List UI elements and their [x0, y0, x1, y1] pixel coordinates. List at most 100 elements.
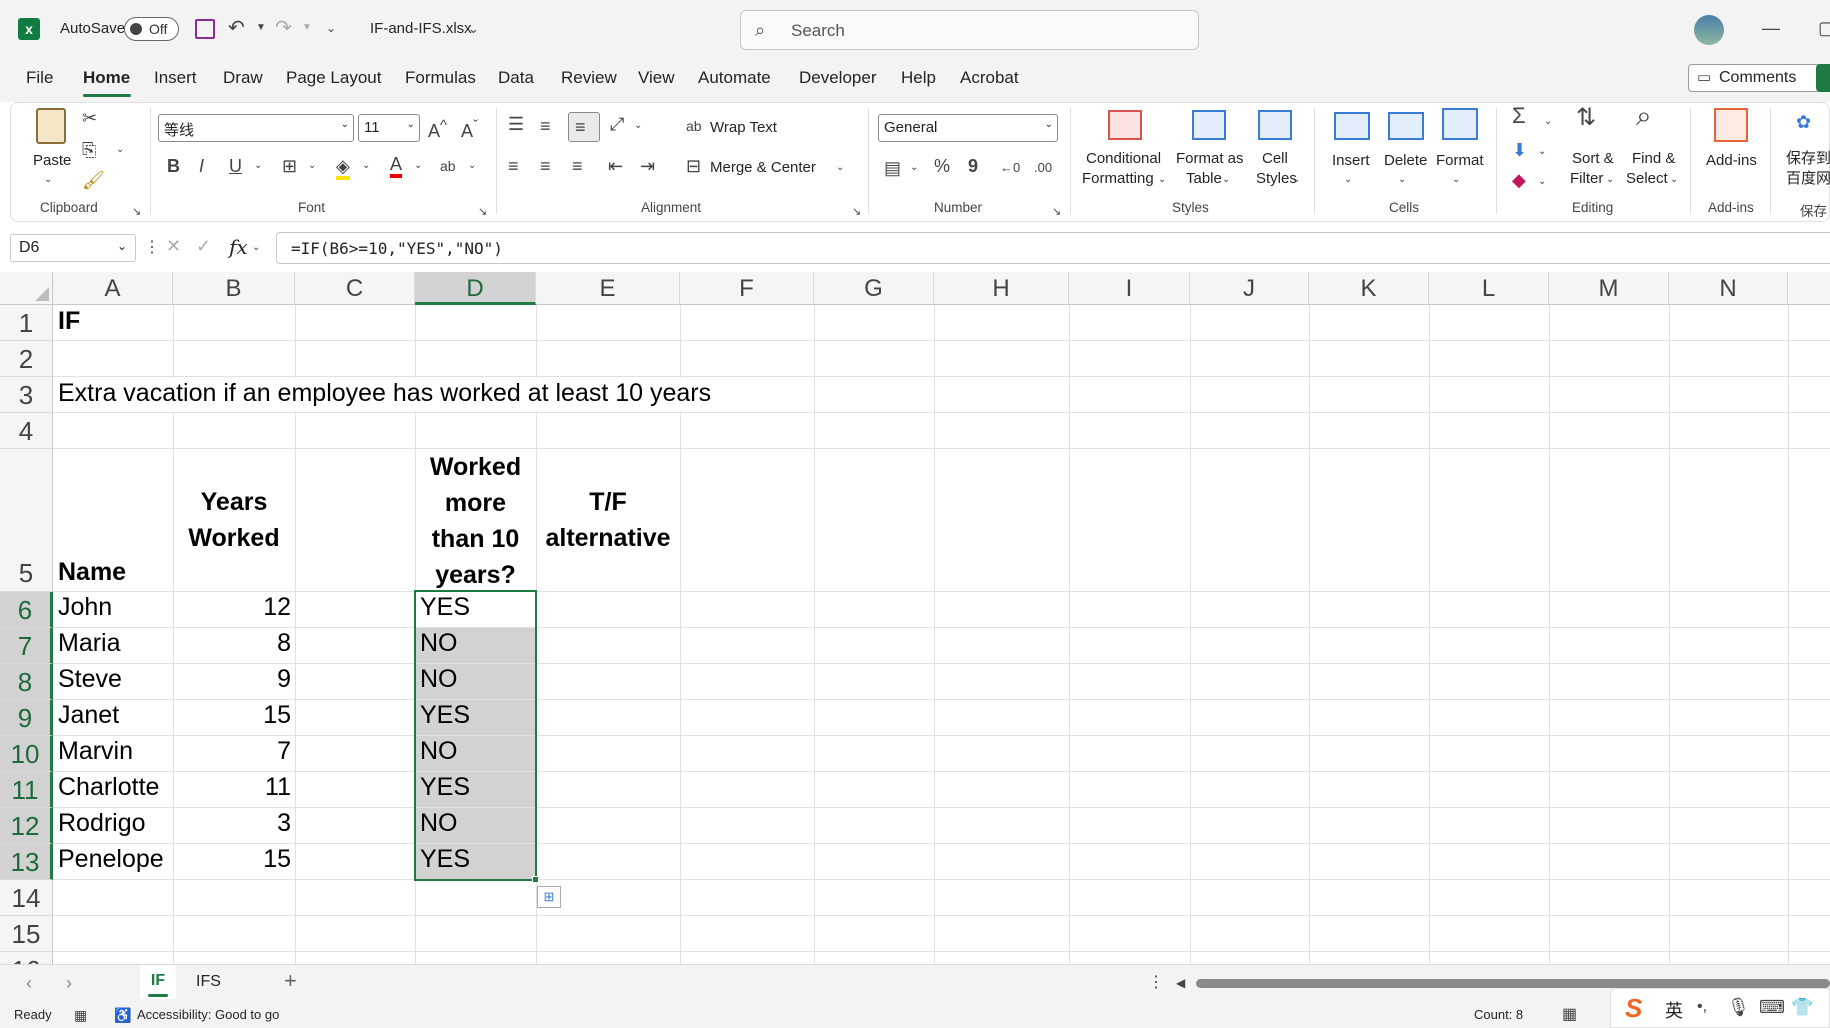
clear-dropdown-icon[interactable]: ⌄: [1538, 172, 1546, 192]
cell-styles-icon[interactable]: [1258, 110, 1292, 140]
customize-qat-icon[interactable]: ⌄: [326, 18, 336, 38]
column-header-l[interactable]: L: [1429, 272, 1549, 305]
header-years-worked[interactable]: Years Worked: [173, 484, 295, 556]
row-header-12[interactable]: 12: [0, 808, 53, 844]
merge-center-label[interactable]: Merge & Center: [710, 158, 816, 177]
paste-icon[interactable]: [36, 108, 66, 144]
fill-dropdown-icon-2[interactable]: ⌄: [1538, 142, 1546, 162]
align-center-icon[interactable]: ≡: [540, 156, 551, 176]
tab-developer[interactable]: Developer: [799, 68, 877, 88]
next-sheet-icon[interactable]: ›: [66, 973, 72, 993]
align-middle-icon[interactable]: ≡: [540, 116, 551, 136]
tab-review[interactable]: Review: [561, 68, 617, 88]
row-header-15[interactable]: 15: [0, 916, 53, 952]
cell-name[interactable]: Penelope: [54, 845, 168, 874]
cell-years[interactable]: 12: [173, 593, 295, 622]
row-header-1[interactable]: 1: [0, 305, 53, 341]
increase-font-icon[interactable]: A^: [428, 116, 447, 141]
user-avatar[interactable]: [1694, 15, 1724, 45]
tab-formulas[interactable]: Formulas: [405, 68, 476, 88]
column-header-i[interactable]: I: [1069, 272, 1190, 305]
decrease-font-icon[interactable]: Aˇ: [461, 116, 478, 141]
baidu-save-label-2[interactable]: 百度网: [1786, 169, 1830, 188]
decrease-indent-icon[interactable]: ⇤: [608, 156, 623, 176]
underline-icon[interactable]: U: [229, 156, 242, 176]
accounting-icon[interactable]: ▤: [884, 158, 901, 178]
column-header-k[interactable]: K: [1309, 272, 1429, 305]
phonetic-dropdown-icon[interactable]: ⌄: [468, 156, 476, 176]
cell-name[interactable]: Janet: [54, 701, 123, 730]
cell-a3-description[interactable]: Extra vacation if an employee has worked…: [54, 379, 715, 408]
column-header-j[interactable]: J: [1190, 272, 1309, 305]
cell-name[interactable]: Rodrigo: [54, 809, 150, 838]
align-bottom-button[interactable]: ≡: [568, 112, 600, 142]
row-header-8[interactable]: 8: [0, 664, 53, 700]
delete-cells-label[interactable]: Delete: [1384, 151, 1427, 170]
tab-automate[interactable]: Automate: [698, 68, 771, 88]
sheet-options-icon[interactable]: ⋮: [1148, 973, 1164, 993]
add-ins-icon[interactable]: [1714, 108, 1748, 142]
row-header-2[interactable]: 2: [0, 341, 53, 377]
increase-decimal-icon[interactable]: ←0: [1000, 158, 1020, 178]
redo-icon[interactable]: ↷: [275, 18, 292, 38]
column-header-d[interactable]: D: [415, 272, 536, 305]
accessibility-icon[interactable]: ♿: [114, 1005, 131, 1025]
percent-icon[interactable]: %: [934, 156, 950, 176]
format-as-table-label-1[interactable]: Format as: [1176, 149, 1244, 168]
cell-styles-dropdown-icon[interactable]: ⌄: [1292, 170, 1300, 190]
select-all-corner[interactable]: [0, 272, 53, 305]
header-worked-more[interactable]: Worked more than 10 years?: [415, 449, 536, 593]
column-header-b[interactable]: B: [173, 272, 295, 305]
undo-icon[interactable]: ↶: [228, 18, 245, 38]
clipboard-launcher-icon[interactable]: ↘: [132, 202, 141, 222]
conditional-formatting-label-1[interactable]: Conditional: [1086, 149, 1161, 168]
format-as-table-icon[interactable]: [1192, 110, 1226, 140]
accounting-dropdown-icon[interactable]: ⌄: [910, 158, 918, 178]
increase-indent-icon[interactable]: ⇥: [640, 156, 655, 176]
cell-name[interactable]: John: [54, 593, 116, 622]
column-header-g[interactable]: G: [814, 272, 934, 305]
sort-dropdown-icon[interactable]: ⌄: [1606, 170, 1614, 190]
file-name[interactable]: IF-and-IFS.xlsx: [370, 20, 472, 37]
paste-label[interactable]: Paste: [33, 151, 71, 170]
fill-handle[interactable]: [532, 876, 539, 883]
font-color-dropdown-icon[interactable]: ⌄: [414, 156, 422, 176]
cell-a1-title[interactable]: IF: [54, 307, 84, 336]
row-header-6[interactable]: 6: [0, 592, 53, 628]
align-right-icon[interactable]: ≡: [572, 156, 583, 176]
find-select-label-1[interactable]: Find &: [1632, 149, 1675, 168]
header-name[interactable]: Name: [54, 558, 130, 587]
macro-record-icon[interactable]: ▦: [74, 1005, 87, 1025]
column-header-o[interactable]: [1788, 272, 1830, 305]
format-cells-label[interactable]: Format: [1436, 151, 1484, 170]
merge-dropdown-icon[interactable]: ⌄: [836, 158, 844, 178]
formula-bar-more-icon[interactable]: ⋮: [144, 238, 160, 258]
delete-dropdown-icon[interactable]: ⌄: [1398, 170, 1406, 190]
redo-dropdown-icon[interactable]: ▼: [302, 18, 312, 38]
format-table-dropdown-icon[interactable]: ⌄: [1222, 170, 1230, 190]
cell-styles-label-2[interactable]: Styles: [1256, 169, 1297, 188]
column-header-n[interactable]: N: [1669, 272, 1788, 305]
header-tf-alternative[interactable]: T/F alternative: [536, 484, 680, 556]
merge-center-icon[interactable]: ⊟: [686, 156, 701, 176]
formula-input[interactable]: =IF(B6>=10,"YES","NO"): [276, 232, 1830, 264]
autosum-icon[interactable]: Σ: [1512, 105, 1526, 127]
column-header-e[interactable]: E: [536, 272, 680, 305]
insert-function-button[interactable]: fx: [229, 235, 248, 259]
font-launcher-icon[interactable]: ↘: [478, 202, 487, 222]
column-header-h[interactable]: H: [934, 272, 1069, 305]
sort-filter-icon[interactable]: ⇅: [1576, 106, 1596, 130]
find-select-icon[interactable]: ⌕: [1636, 102, 1652, 130]
format-cells-icon[interactable]: [1442, 108, 1478, 140]
format-dropdown-icon[interactable]: ⌄: [1452, 170, 1460, 190]
cell-years[interactable]: 8: [173, 629, 295, 658]
cell-years[interactable]: 15: [173, 701, 295, 730]
column-header-a[interactable]: A: [53, 272, 173, 305]
underline-dropdown-icon[interactable]: ⌄: [254, 156, 262, 176]
orientation-dropdown-icon[interactable]: ⌄: [634, 116, 642, 136]
clear-icon[interactable]: ◆: [1512, 170, 1526, 190]
row-header-5[interactable]: 5: [0, 449, 53, 592]
fill-icon[interactable]: ⬇: [1512, 140, 1527, 160]
delete-cells-icon[interactable]: [1388, 112, 1424, 140]
tab-file[interactable]: File: [26, 68, 53, 88]
